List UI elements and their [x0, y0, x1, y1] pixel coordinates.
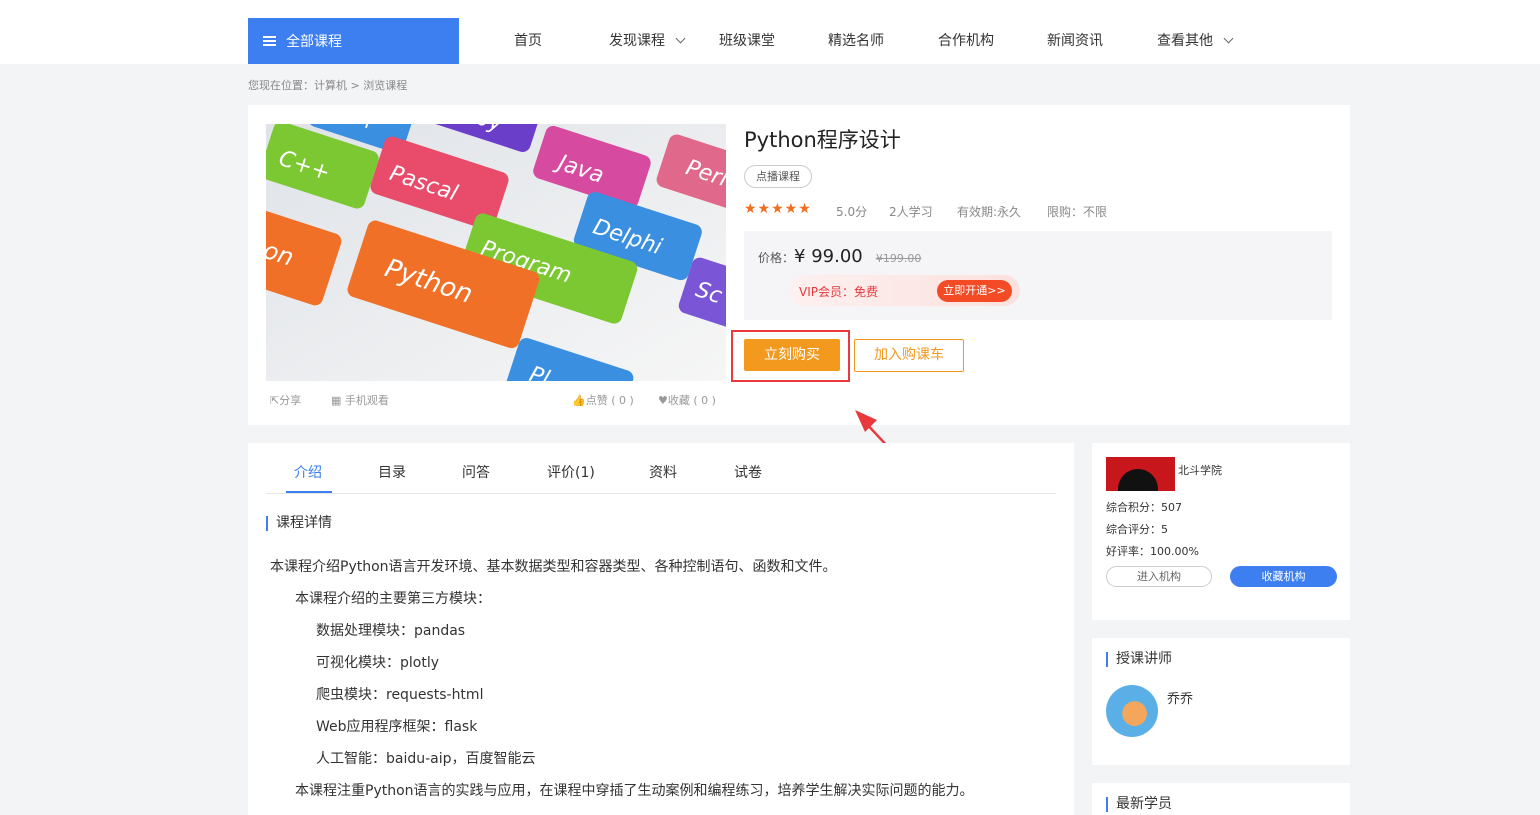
thumbs-up-icon: 👍 [572, 394, 586, 407]
keyboard-illustration: Ruby Java Perl C++ Pascal Delphi C++ Pro… [266, 124, 726, 381]
nav-discover-courses[interactable]: 发现课程 [609, 30, 686, 50]
share-icon: ⇱ [270, 394, 280, 407]
institution-good-rate: 好评率：100.00% [1106, 545, 1199, 558]
nav-more-label: 查看其他 [1157, 33, 1213, 49]
share-label: 分享 [279, 394, 302, 407]
favorite-button[interactable]: ♥收藏 ( 0 ) [658, 392, 716, 408]
tab-materials[interactable]: 资料 [649, 462, 677, 482]
mobile-watch-button[interactable]: ▦ 手机观看 [331, 392, 389, 408]
details-line: 数据处理模块：pandas [316, 623, 466, 639]
course-limit: 限购：不限 [1047, 205, 1108, 219]
tab-intro[interactable]: 介绍 [294, 462, 322, 482]
rating-stars: ★★★★★ [744, 201, 812, 217]
like-label: 点赞 ( 0 ) [585, 394, 634, 407]
all-courses-label: 全部课程 [286, 34, 342, 50]
details-line: 本课程介绍的主要第三方模块： [295, 591, 491, 607]
enter-institution-button[interactable]: 进入机构 [1106, 566, 1212, 587]
chevron-down-icon [675, 33, 686, 44]
favorite-label: 收藏 ( 0 ) [667, 394, 716, 407]
mobile-watch-label: 手机观看 [344, 394, 389, 407]
nav-partners[interactable]: 合作机构 [938, 30, 994, 50]
teacher-avatar[interactable] [1106, 685, 1158, 737]
chevron-down-icon [1223, 33, 1234, 44]
vip-open-button[interactable]: 立即开通>> [937, 280, 1012, 302]
details-line: 本课程注重Python语言的实践与应用，在课程中穿插了生动案例和编程练习，培养学… [295, 783, 974, 799]
institution-rating: 综合评分：5 [1106, 523, 1168, 536]
details-heading: 课程详情 [266, 516, 332, 531]
original-price: ¥199.00 [875, 252, 922, 265]
course-title: Python程序设计 [744, 128, 901, 152]
tab-reviews[interactable]: 评价(1) [547, 462, 595, 482]
vip-free-text: VIP会员：免费 [799, 285, 878, 299]
teacher-heading: 授课讲师 [1106, 652, 1172, 667]
course-score: 5.0分 [836, 205, 868, 219]
teacher-name[interactable]: 乔乔 [1167, 688, 1193, 707]
menu-icon [263, 36, 276, 46]
favorite-institution-button[interactable]: 收藏机构 [1230, 566, 1337, 587]
institution-points: 综合积分：507 [1106, 501, 1182, 514]
tab-catalog[interactable]: 目录 [378, 462, 406, 482]
nav-home[interactable]: 首页 [514, 30, 542, 50]
price-label: 价格： [758, 251, 795, 265]
details-line: 爬虫模块：requests-html [316, 687, 484, 703]
like-button[interactable]: 👍点赞 ( 0 ) [572, 392, 634, 408]
students-heading: 最新学员 [1106, 797, 1172, 812]
all-courses-button[interactable]: 全部课程 [248, 18, 459, 64]
nav-class[interactable]: 班级课堂 [719, 30, 775, 50]
nav-discover-label: 发现课程 [609, 33, 665, 49]
tab-exams[interactable]: 试卷 [734, 462, 762, 482]
nav-teachers[interactable]: 精选名师 [828, 30, 884, 50]
breadcrumb: 您现在位置：计算机 > 浏览课程 [248, 79, 408, 92]
details-line: Web应用程序框架：flask [316, 719, 478, 735]
buy-now-button[interactable]: 立刻购买 [744, 339, 840, 371]
price-value: ¥ 99.00 [794, 246, 863, 267]
institution-logo-emblem [1118, 469, 1158, 491]
details-line: 人工智能：baidu-aip，百度智能云 [316, 751, 536, 767]
share-button[interactable]: ⇱分享 [270, 392, 301, 408]
add-to-cart-button[interactable]: 加入购课车 [854, 339, 964, 372]
institution-logo [1106, 457, 1175, 491]
details-line: 本课程介绍Python语言开发环境、基本数据类型和容器类型、各种控制语句、函数和… [270, 559, 837, 575]
nav-news[interactable]: 新闻资讯 [1047, 30, 1103, 50]
course-validity: 有效期:永久 [957, 205, 1022, 219]
qrcode-icon: ▦ [331, 394, 345, 407]
nav-more[interactable]: 查看其他 [1157, 30, 1234, 50]
tab-qa[interactable]: 问答 [462, 462, 490, 482]
price-row: 价格：¥ 99.00 ¥199.00 [758, 246, 921, 267]
tab-divider [266, 493, 1056, 494]
institution-name[interactable]: 北斗学院 [1178, 462, 1222, 478]
details-line: 可视化模块：plotly [316, 655, 440, 671]
course-cover-image: Ruby Java Perl C++ Pascal Delphi C++ Pro… [266, 124, 726, 381]
course-learners: 2人学习 [889, 205, 933, 219]
course-type-tag: 点播课程 [744, 165, 812, 188]
heart-icon: ♥ [658, 394, 668, 407]
tab-active-indicator [286, 491, 332, 493]
